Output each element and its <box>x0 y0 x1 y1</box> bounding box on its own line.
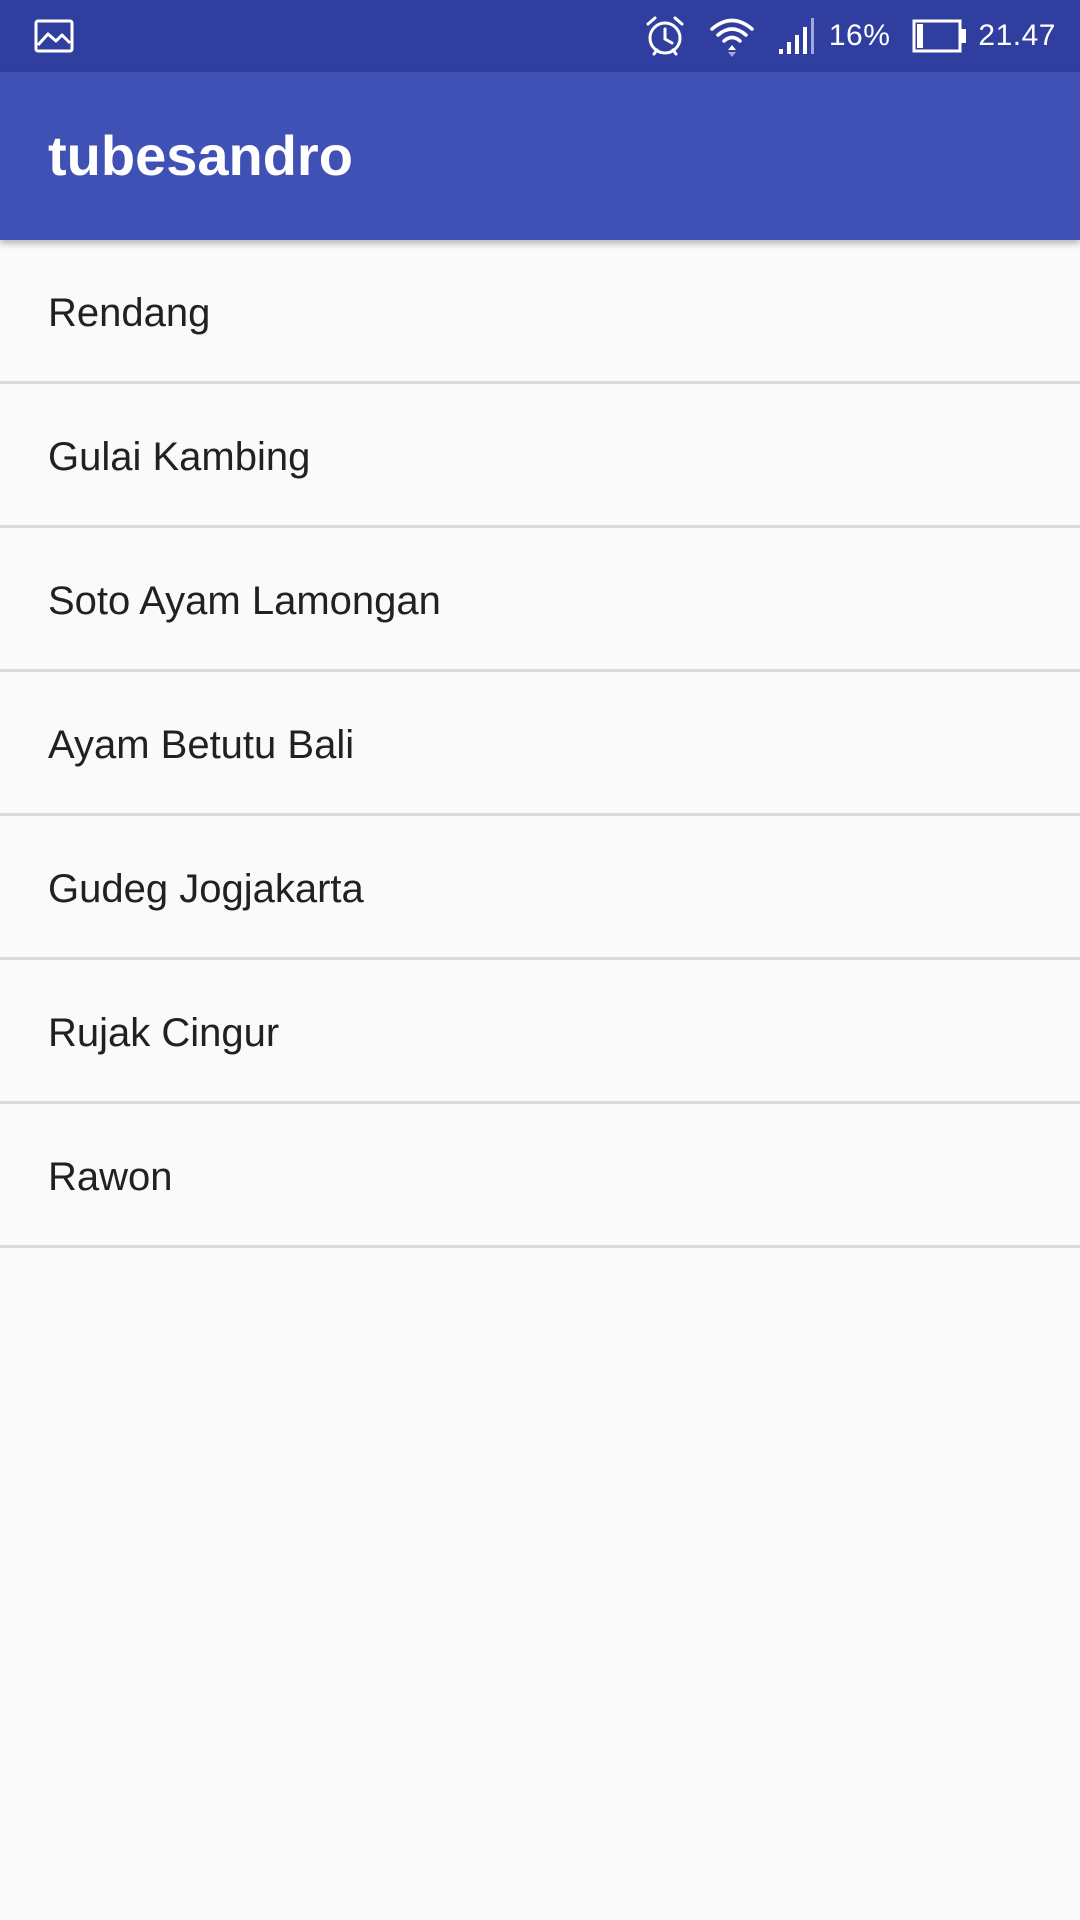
gallery-notification-icon <box>34 18 74 54</box>
list-item[interactable]: Rujak Cingur <box>0 960 1080 1104</box>
list-item[interactable]: Soto Ayam Lamongan <box>0 528 1080 672</box>
list-item[interactable]: Rendang <box>0 240 1080 384</box>
cellular-signal-icon <box>777 17 817 55</box>
list-item-label: Gulai Kambing <box>48 435 311 479</box>
clock: 21.47 <box>978 19 1056 52</box>
list-item[interactable]: Rawon <box>0 1104 1080 1248</box>
list-item[interactable]: Gudeg Jogjakarta <box>0 816 1080 960</box>
food-list: Rendang Gulai Kambing Soto Ayam Lamongan… <box>0 240 1080 1248</box>
list-item-label: Rendang <box>48 291 211 335</box>
list-item-label: Rujak Cingur <box>48 1011 280 1055</box>
app-title: tubesandro <box>48 124 353 187</box>
list-item[interactable]: Gulai Kambing <box>0 384 1080 528</box>
wifi-icon <box>709 15 755 57</box>
status-bar: 16% 21.47 <box>0 0 1080 72</box>
list-item-label: Rawon <box>48 1155 173 1199</box>
battery-percent: 16% <box>828 19 891 52</box>
alarm-icon <box>643 14 687 58</box>
list-item-label: Ayam Betutu Bali <box>48 723 355 767</box>
list-item[interactable]: Ayam Betutu Bali <box>0 672 1080 816</box>
battery-icon <box>912 18 968 54</box>
status-icons: 16% 21.47 <box>643 0 1080 72</box>
list-item-label: Soto Ayam Lamongan <box>48 579 441 623</box>
list-item-label: Gudeg Jogjakarta <box>48 867 364 911</box>
battery-level-fill <box>917 24 924 48</box>
app-bar: tubesandro <box>0 72 1080 240</box>
